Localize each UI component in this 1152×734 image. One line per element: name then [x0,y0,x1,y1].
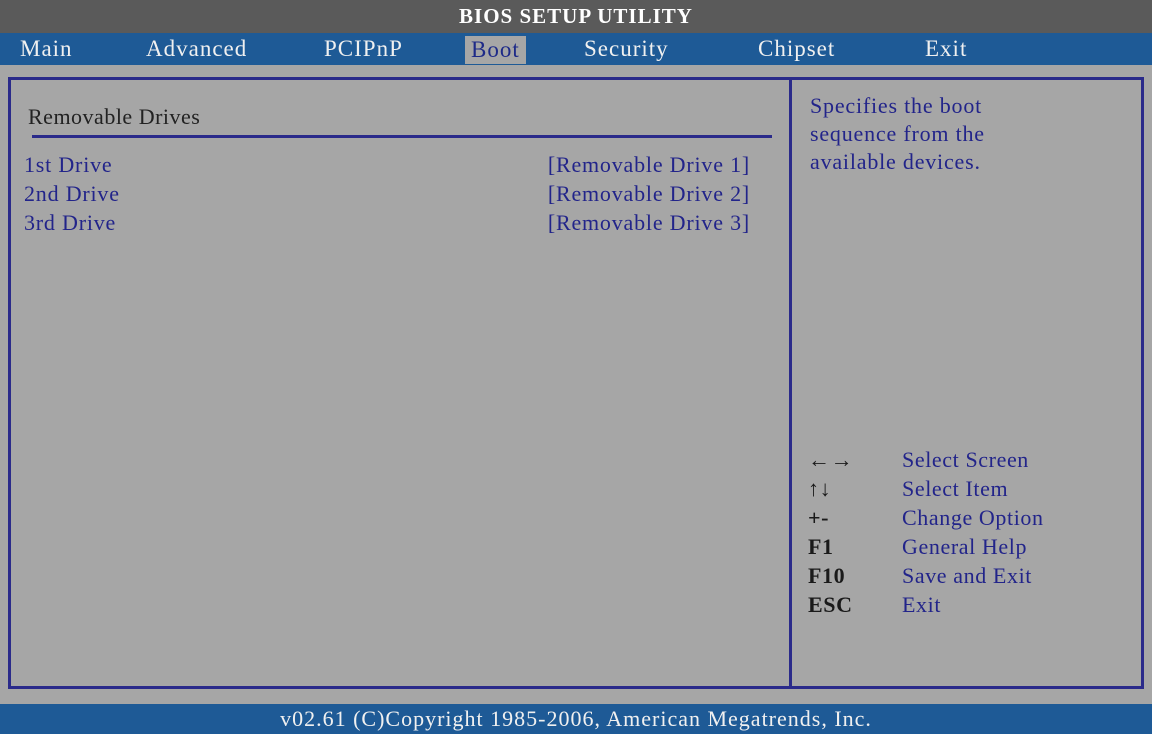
key-plus-minus: +- [808,505,830,530]
help-line: sequence from the [810,121,985,146]
section-divider [32,135,772,138]
help-line: available devices. [810,149,981,174]
option-label: 2nd Drive [24,181,120,206]
help-text: Specifies the boot sequence from the ava… [810,92,1130,176]
up-down-arrows-icon: ↑↓ [808,476,832,501]
key-description: Select Item [902,476,1009,501]
tab-exit[interactable]: Exit [925,33,967,65]
key-esc: ESC [808,592,853,617]
option-row-2nd-drive[interactable]: 2nd Drive [Removable Drive 2] [24,181,764,209]
option-row-1st-drive[interactable]: 1st Drive [Removable Drive 1] [24,152,764,180]
key-description: Exit [902,592,942,617]
tab-security[interactable]: Security [584,33,669,65]
section-title: Removable Drives [28,104,201,129]
option-label: 3rd Drive [24,210,117,235]
copyright-footer: v02.61 (C)Copyright 1985-2006, American … [0,704,1152,734]
option-row-3rd-drive[interactable]: 3rd Drive [Removable Drive 3] [24,210,764,238]
key-description: General Help [902,534,1028,559]
help-line: Specifies the boot [810,93,983,118]
tab-pcipnp[interactable]: PCIPnP [324,33,403,65]
tab-advanced[interactable]: Advanced [146,33,247,65]
tab-main[interactable]: Main [20,33,73,65]
key-row-change-option: +- Change Option [808,505,1138,534]
option-label: 1st Drive [24,152,113,177]
window-title: BIOS SETUP UTILITY [0,0,1152,33]
key-row-select-item: ↑↓ Select Item [808,476,1138,505]
key-row-exit: ESC Exit [808,592,1138,621]
key-f10: F10 [808,563,846,588]
key-description: Change Option [902,505,1044,530]
key-description: Select Screen [902,447,1029,472]
panel-divider [789,77,792,689]
key-description: Save and Exit [902,563,1032,588]
option-value[interactable]: [Removable Drive 3] [548,210,750,236]
option-value[interactable]: [Removable Drive 2] [548,181,750,207]
key-row-save-exit: F10 Save and Exit [808,563,1138,592]
key-row-general-help: F1 General Help [808,534,1138,563]
option-value[interactable]: [Removable Drive 1] [548,152,750,178]
key-row-select-screen: ←→ Select Screen [808,447,1138,476]
key-f1: F1 [808,534,834,559]
tab-chipset[interactable]: Chipset [758,33,835,65]
left-right-arrows-icon: ←→ [808,447,854,472]
key-legend: ←→ Select Screen ↑↓ Select Item +- Chang… [808,447,1138,621]
tab-boot[interactable]: Boot [465,36,526,64]
menu-bar: Main Advanced PCIPnP Boot Security Chips… [0,33,1152,65]
